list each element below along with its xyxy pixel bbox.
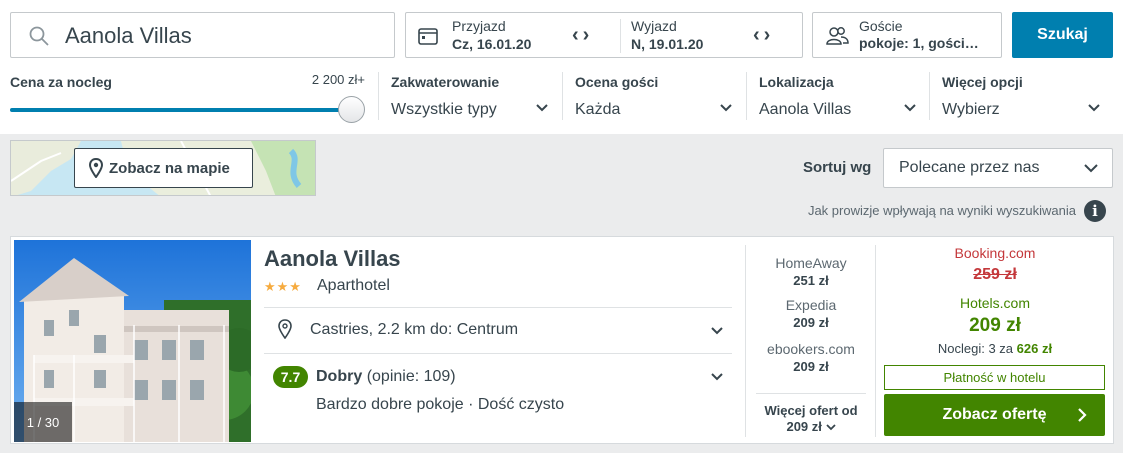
dates-divider [620, 19, 621, 53]
divider [264, 307, 732, 308]
filter-accommodation-value: Wszystkie typy [391, 101, 497, 118]
chevron-down-icon [720, 104, 732, 112]
chevron-down-icon[interactable] [711, 327, 723, 335]
other-offer[interactable]: HomeAway 251 zł [756, 255, 866, 288]
divider [875, 245, 876, 437]
nights-total-price: 626 zł [1016, 341, 1053, 356]
hotel-location[interactable]: Castries, 2.2 km do: Centrum [310, 321, 518, 339]
filter-accommodation[interactable]: Zakwaterowanie Wszystkie typy [378, 72, 552, 120]
info-icon[interactable]: i [1084, 200, 1106, 222]
sort-select[interactable]: Polecane przez nas [883, 148, 1113, 188]
location-pin-icon [278, 319, 292, 339]
map-pin-icon [89, 158, 103, 178]
more-offers-button[interactable]: Więcej ofert od 209 zł [756, 403, 866, 435]
checkin-value[interactable]: Cz, 16.01.20 [452, 36, 531, 52]
search-button[interactable]: Szukaj [1012, 12, 1113, 58]
calendar-icon [418, 28, 438, 45]
rating-summary[interactable]: Dobry (opinie: 109) [316, 368, 456, 386]
chevron-down-icon [825, 424, 836, 431]
price-filter-max: 2 200 zł+ [311, 72, 365, 87]
chevron-down-icon [536, 104, 548, 112]
offer-price: 209 zł [793, 359, 829, 374]
date-picker[interactable]: Przyjazd Cz, 16.01.20 ‹› Wyjazd N, 19.01… [405, 12, 803, 58]
filter-rating[interactable]: Ocena gości Każda [562, 72, 736, 120]
chevron-down-icon[interactable] [711, 373, 723, 381]
view-deal-button[interactable]: Zobacz ofertę [884, 394, 1105, 436]
search-icon [29, 26, 49, 46]
pay-at-hotel-badge: Płatność w hotelu [884, 365, 1105, 390]
guests-label: Goście [859, 18, 903, 34]
search-value: Aanola Villas [65, 23, 192, 48]
rating-count: (opinie: 109) [366, 368, 456, 385]
sort-label: Sortuj wg [803, 159, 872, 176]
guests-icon [826, 27, 849, 45]
price-slider-handle[interactable] [338, 96, 365, 123]
divider [264, 353, 732, 354]
filter-divider [746, 72, 747, 120]
checkin-prev-next-icon[interactable]: ‹› [572, 24, 593, 47]
photo-counter: 1 / 30 [14, 402, 72, 442]
hotel-photo[interactable]: 1 / 30 [14, 240, 251, 442]
divider [756, 393, 866, 394]
rating-word: Dobry [316, 368, 363, 385]
strike-offer-price-value: 259 zł [973, 266, 1017, 283]
chevron-right-icon [1078, 408, 1087, 422]
hotel-type: Aparthotel [317, 277, 390, 294]
nights-prefix: Noclegi: 3 za [937, 341, 1014, 356]
search-input[interactable]: Aanola Villas [10, 12, 395, 58]
checkout-label: Wyjazd [631, 18, 677, 34]
offer-site: ebookers.com [767, 341, 855, 357]
guests-value: pokoje: 1, gości… [859, 35, 979, 51]
offer-site: HomeAway [775, 255, 847, 271]
hotel-name-link[interactable]: Aanola Villas [264, 246, 401, 272]
offer-price: 209 zł [793, 315, 829, 330]
rating-score-badge: 7.7 [273, 366, 308, 388]
more-offers-price: 209 zł [786, 419, 822, 434]
guests-selector[interactable]: Goście pokoje: 1, gości… [812, 12, 1002, 58]
filter-rating-label: Ocena gości [575, 74, 659, 90]
top-search-bar: Aanola Villas Przyjazd Cz, 16.01.20 ‹› W… [0, 0, 1123, 134]
view-on-map-label: Zobacz na mapie [109, 159, 230, 177]
commission-note-link[interactable]: Jak prowizje wpływają na wyniki wyszukiw… [808, 203, 1076, 218]
filter-location-value: Aanola Villas [759, 101, 852, 118]
strike-offer-price: 259 zł [885, 266, 1105, 284]
offer-price: 251 zł [793, 273, 829, 288]
price-filter: Cena za nocleg 2 200 zł+ [10, 72, 365, 123]
filter-divider [562, 72, 563, 120]
price-filter-label: Cena za nocleg [10, 74, 112, 90]
filter-more-label: Więcej opcji [942, 74, 1023, 90]
other-offer[interactable]: ebookers.com 209 zł [756, 341, 866, 374]
filter-location[interactable]: Lokalizacja Aanola Villas [746, 72, 920, 120]
more-offers-label: Więcej ofert od [764, 403, 858, 418]
nights-total: Noclegi: 3 za 626 zł [885, 341, 1105, 356]
checkout-prev-next-icon[interactable]: ‹› [753, 24, 774, 47]
checkout-value[interactable]: N, 19.01.20 [631, 36, 703, 52]
filter-location-label: Lokalizacja [759, 74, 834, 90]
best-offer-site: Hotels.com [959, 295, 1031, 311]
filter-rating-value: Każda [575, 101, 621, 118]
offer-site: Expedia [785, 297, 837, 313]
star-rating-icon: ★★★ [264, 279, 302, 294]
filter-accommodation-label: Zakwaterowanie [391, 74, 500, 90]
divider [745, 245, 746, 437]
chevron-down-icon [904, 104, 916, 112]
rating-description: Bardzo dobre pokoje · Dość czysto [316, 396, 565, 413]
price-slider-track[interactable] [10, 108, 350, 112]
filter-divider [378, 72, 379, 120]
view-deal-label: Zobacz ofertę [942, 406, 1047, 423]
sort-value: Polecane przez nas [899, 159, 1040, 176]
chevron-down-icon [1088, 104, 1100, 112]
filter-more-options[interactable]: Więcej opcji Wybierz [929, 72, 1103, 120]
filter-divider [929, 72, 930, 120]
hotel-result-card: 1 / 30 Aanola Villas ★★★ Aparthotel Cast… [10, 236, 1114, 444]
best-offer-price: 209 zł [969, 315, 1021, 336]
strike-offer-site[interactable]: Booking.com [885, 245, 1105, 261]
chevron-down-icon [1084, 164, 1098, 173]
filter-more-value: Wybierz [942, 101, 1000, 118]
checkin-label: Przyjazd [452, 18, 506, 34]
view-on-map-button[interactable]: Zobacz na mapie [74, 148, 253, 188]
other-offer[interactable]: Expedia 209 zł [756, 297, 866, 330]
